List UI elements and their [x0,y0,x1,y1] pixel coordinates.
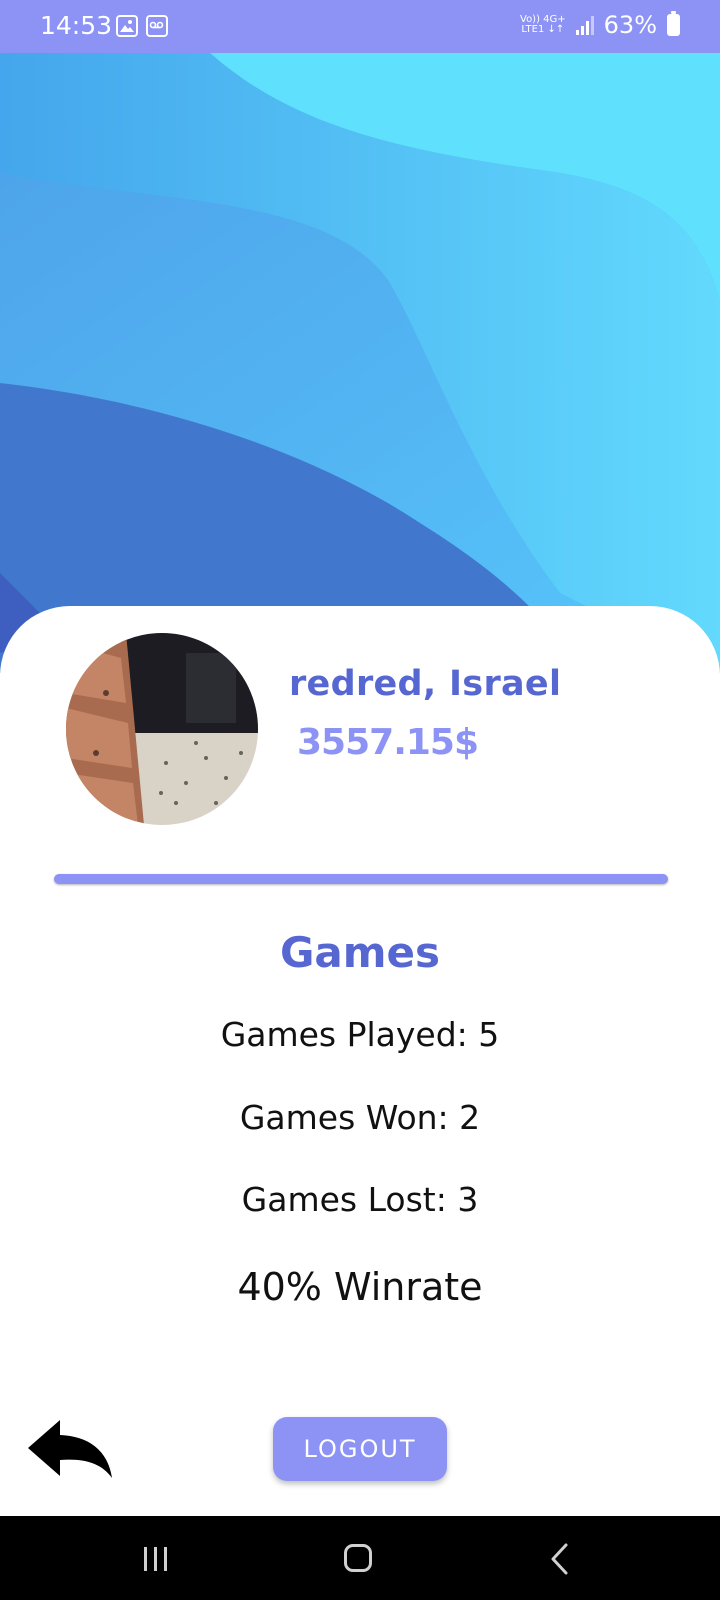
avatar[interactable] [66,633,258,825]
signal-icon [575,15,594,35]
voicemail-icon [146,15,168,37]
back-arrow-icon[interactable] [26,1418,114,1480]
wave-background [0,53,720,673]
network-bottom: LTE1 ↓↑ [521,24,565,35]
battery-icon [667,11,680,36]
battery-percent: 63% [603,11,657,39]
status-time: 14:53 [40,11,113,40]
games-won: Games Won: 2 [239,1098,481,1137]
system-status: Vo)) 4G+ LTE1 ↓↑ 63% [520,11,680,39]
network-indicator: Vo)) 4G+ LTE1 ↓↑ [520,15,566,35]
username: redred, Israel [289,664,562,704]
nav-back-icon[interactable] [548,1542,572,1576]
games-title: Games [279,928,441,977]
gallery-icon [116,15,138,37]
status-bar: 14:53 Vo)) 4G+ LTE1 ↓↑ 63% [0,0,720,53]
recents-icon[interactable] [140,1545,172,1573]
balance: 3557.15$ [297,722,479,763]
divider [54,874,668,884]
avatar-photo [66,633,258,825]
home-icon[interactable] [344,1544,372,1572]
notification-icons [116,15,168,37]
logout-button[interactable]: LOGOUT [273,1417,447,1481]
games-lost: Games Lost: 3 [241,1180,479,1219]
winrate: 40% Winrate [237,1265,483,1309]
games-played: Games Played: 5 [220,1015,500,1054]
